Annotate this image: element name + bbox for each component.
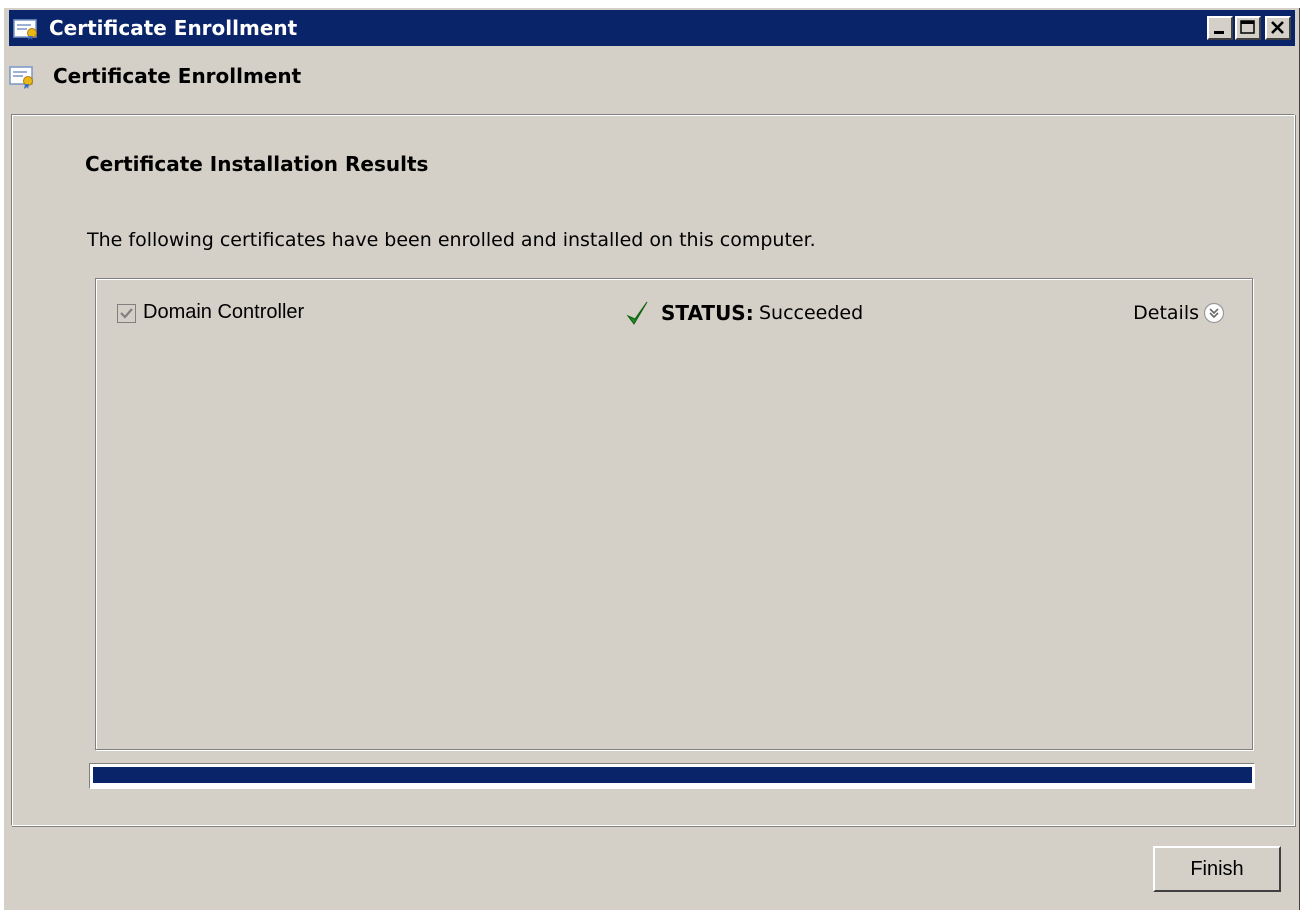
close-button[interactable] <box>1265 16 1291 40</box>
progress-fill <box>93 767 1252 783</box>
expand-details-icon[interactable] <box>1203 302 1225 324</box>
title-bar[interactable]: Certificate Enrollment <box>9 10 1295 46</box>
certificate-checkbox <box>117 304 136 323</box>
progress-bar <box>89 763 1255 789</box>
minimize-icon <box>1214 31 1224 34</box>
certificate-name: Domain Controller <box>143 301 305 323</box>
status-value: Succeeded <box>759 302 864 324</box>
certificate-icon <box>9 64 37 90</box>
certificate-results-list <box>95 278 1253 750</box>
checkmark-icon <box>120 308 133 319</box>
description-text: The following certificates have been enr… <box>87 229 816 251</box>
certificate-enrollment-window: Certificate Enrollment Certificate Enrol… <box>4 8 1300 910</box>
details-link[interactable]: Details <box>1133 299 1199 327</box>
section-title: Certificate Installation Results <box>85 152 429 176</box>
status-label: STATUS: <box>661 301 754 325</box>
window-title: Certificate Enrollment <box>49 16 298 40</box>
certificate-icon <box>13 18 41 40</box>
close-icon <box>1271 21 1284 34</box>
maximize-button[interactable] <box>1235 16 1261 40</box>
finish-button[interactable]: Finish <box>1153 846 1281 892</box>
header-title: Certificate Enrollment <box>53 64 302 88</box>
green-checkmark-icon <box>625 300 651 328</box>
maximize-icon <box>1240 20 1255 34</box>
minimize-button[interactable] <box>1207 16 1233 40</box>
